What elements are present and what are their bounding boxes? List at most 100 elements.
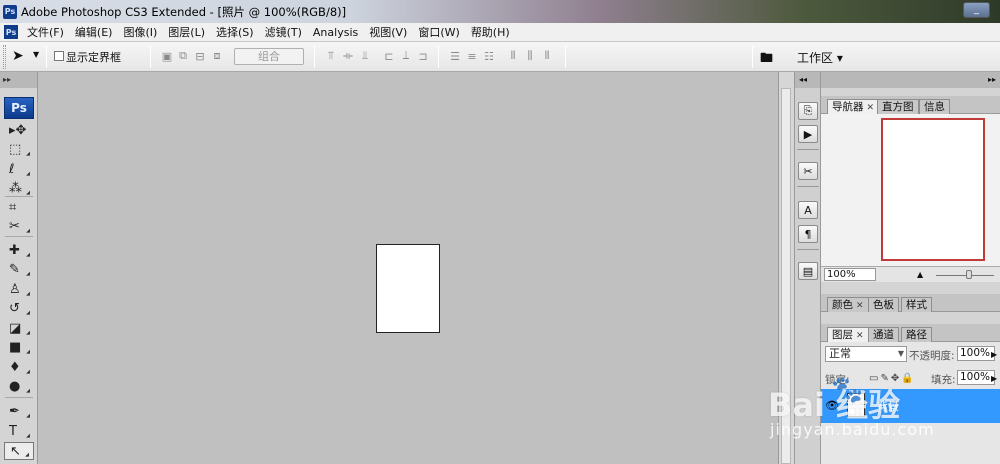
toolbox-collapse-icon[interactable]: ▸▸ — [0, 72, 37, 88]
new-selection-icon[interactable]: ▣ — [160, 49, 174, 63]
align-bottom-icon[interactable]: ⫫ — [358, 49, 372, 63]
healing-brush-tool[interactable]: ✚ ◢ — [4, 241, 34, 259]
workspace-menu[interactable]: 工作区 ▾ — [797, 49, 843, 66]
dodge-tool[interactable]: ● ◢ — [4, 377, 34, 395]
move-tool[interactable]: ▸✥ — [4, 121, 34, 139]
document-canvas[interactable] — [376, 244, 440, 333]
canvas-area[interactable] — [39, 72, 778, 464]
align-hcenter-icon[interactable]: ⟘ — [399, 49, 413, 63]
gradient-tool[interactable]: ■ ◢ — [4, 338, 34, 356]
layer-comps-icon[interactable]: ▤ — [798, 262, 818, 280]
dock-collapse-icon[interactable]: ◂◂ — [795, 72, 820, 88]
title-bar: Ps Adobe Photoshop CS3 Extended - [照片 @ … — [0, 0, 1000, 23]
slice-tool[interactable]: ✂ ◢ — [4, 217, 34, 235]
chevron-right-icon[interactable]: ▶ — [991, 374, 997, 383]
magic-wand-tool[interactable]: ⁂ ◢ — [4, 179, 34, 197]
menu-layer[interactable]: 图层(L) — [164, 24, 212, 40]
menu-file[interactable]: 文件(F) — [23, 24, 71, 40]
menu-select[interactable]: 选择(S) — [212, 24, 261, 40]
distribute-bottom-icon[interactable]: ☷ — [482, 49, 496, 63]
eraser-tool[interactable]: ◪ ◢ — [4, 319, 34, 337]
panels-collapse-icon[interactable]: ▸▸ — [821, 72, 1000, 88]
close-icon[interactable]: ✕ — [856, 301, 864, 311]
menu-filter[interactable]: 滤镜(T) — [261, 24, 309, 40]
combine-button[interactable]: 组合 — [234, 48, 304, 65]
clone-stamp-tool[interactable]: ♙ ◢ — [4, 280, 34, 298]
move-tool-preset-icon[interactable]: ➤ — [12, 48, 24, 64]
type-tool[interactable]: T ◢ — [4, 422, 34, 440]
tab-histogram[interactable]: 直方图 — [877, 99, 919, 114]
menu-image[interactable]: 图像(I) — [119, 24, 164, 40]
color-tabs: 颜色 ✕ 色板 样式 — [821, 294, 1000, 312]
tab-styles[interactable]: 样式 — [901, 297, 932, 312]
align-vcenter-icon[interactable]: ⟛ — [341, 49, 355, 63]
divider — [150, 46, 151, 68]
close-icon[interactable]: ✕ — [856, 331, 864, 341]
actions-icon[interactable]: ▶ — [798, 125, 818, 143]
distribute-right-icon[interactable]: ⫴ — [540, 49, 554, 63]
navigator-preview[interactable] — [881, 118, 985, 261]
menu-bar: Ps 文件(F) 编辑(E) 图像(I) 图层(L) 选择(S) 滤镜(T) A… — [0, 23, 1000, 42]
divider — [438, 46, 439, 68]
fill-input[interactable]: 100% — [957, 370, 995, 385]
marquee-tool[interactable]: ⬚ ◢ — [4, 140, 34, 158]
menu-view[interactable]: 视图(V) — [365, 24, 414, 40]
distribute-top-icon[interactable]: ☰ — [448, 49, 462, 63]
bridge-icon[interactable]: 🖿 — [760, 49, 773, 71]
subtract-selection-icon[interactable]: ⊟ — [193, 49, 207, 63]
divider — [5, 236, 33, 237]
chevron-down-icon[interactable]: ▼ — [33, 50, 39, 59]
tab-info[interactable]: 信息 — [919, 99, 950, 114]
character-icon[interactable]: A — [798, 201, 818, 219]
show-bounds-label: 显示定界框 — [66, 51, 121, 64]
distribute-vcenter-icon[interactable]: ≡ — [465, 49, 479, 63]
divider — [5, 196, 33, 197]
options-bar: ➤ ▼ 显示定界框 ▣ ⧉ ⊟ ⧈ 组合 ⫪ ⟛ ⫫ ⊏ ⟘ ⊐ ☰ ≡ ☷ ⦀… — [0, 42, 1000, 72]
options-grip[interactable] — [3, 45, 6, 69]
history-brush-tool[interactable]: ↺ ◢ — [4, 299, 34, 317]
menu-edit[interactable]: 编辑(E) — [71, 24, 120, 40]
brush-icon: ✎ — [9, 261, 20, 277]
align-top-icon[interactable]: ⫪ — [324, 49, 338, 63]
ps-app-icon: Ps — [3, 4, 17, 19]
tab-swatches[interactable]: 色板 — [868, 297, 899, 312]
align-left-icon[interactable]: ⊏ — [382, 49, 396, 63]
zoom-out-icon[interactable]: ▲ — [917, 270, 923, 279]
path-selection-tool[interactable]: ↖ ◢ — [4, 442, 34, 460]
tab-layers[interactable]: 图层 ✕ — [827, 327, 869, 342]
crop-tool[interactable]: ⌗ — [4, 198, 34, 216]
opacity-input[interactable]: 100% — [957, 346, 995, 361]
lasso-tool[interactable]: ℓ ◢ — [4, 160, 34, 178]
align-right-icon[interactable]: ⊐ — [416, 49, 430, 63]
divider — [565, 46, 566, 68]
tools-preset-icon[interactable]: ✂ — [798, 162, 818, 180]
add-selection-icon[interactable]: ⧉ — [176, 49, 190, 63]
chevron-right-icon[interactable]: ▶ — [991, 350, 997, 359]
tab-color[interactable]: 颜色 ✕ — [827, 297, 869, 312]
tab-channels[interactable]: 通道 — [868, 327, 899, 342]
history-icon[interactable]: ⎘ — [798, 102, 818, 120]
blend-mode-select[interactable]: 正常 ▼ — [825, 346, 907, 362]
menu-help[interactable]: 帮助(H) — [467, 24, 517, 40]
distribute-left-icon[interactable]: ⦀ — [506, 49, 520, 63]
intersect-selection-icon[interactable]: ⧈ — [210, 49, 224, 63]
ps-menu-icon[interactable]: Ps — [4, 25, 18, 39]
show-bounds-checkbox[interactable] — [54, 51, 64, 61]
blur-tool[interactable]: ♦ ◢ — [4, 358, 34, 376]
zoom-input[interactable]: 100% — [824, 268, 876, 281]
magic-wand-icon: ⁂ — [9, 180, 22, 196]
pen-tool[interactable]: ✒ ◢ — [4, 402, 34, 420]
zoom-slider[interactable] — [936, 275, 994, 276]
tab-navigator[interactable]: 导航器 ✕ — [827, 99, 880, 114]
paragraph-icon[interactable]: ¶ — [798, 225, 818, 243]
divider — [797, 186, 819, 187]
tab-paths[interactable]: 路径 — [901, 327, 932, 342]
distribute-hcenter-icon[interactable]: ⫼ — [523, 49, 537, 63]
minimize-button[interactable]: _ — [963, 2, 990, 18]
zoom-slider-thumb[interactable] — [966, 270, 972, 279]
menu-window[interactable]: 窗口(W) — [414, 24, 466, 40]
close-icon[interactable]: ✕ — [867, 103, 875, 113]
menu-analysis[interactable]: Analysis — [309, 26, 365, 39]
brush-tool[interactable]: ✎ ◢ — [4, 260, 34, 278]
stamp-icon: ♙ — [9, 281, 21, 297]
